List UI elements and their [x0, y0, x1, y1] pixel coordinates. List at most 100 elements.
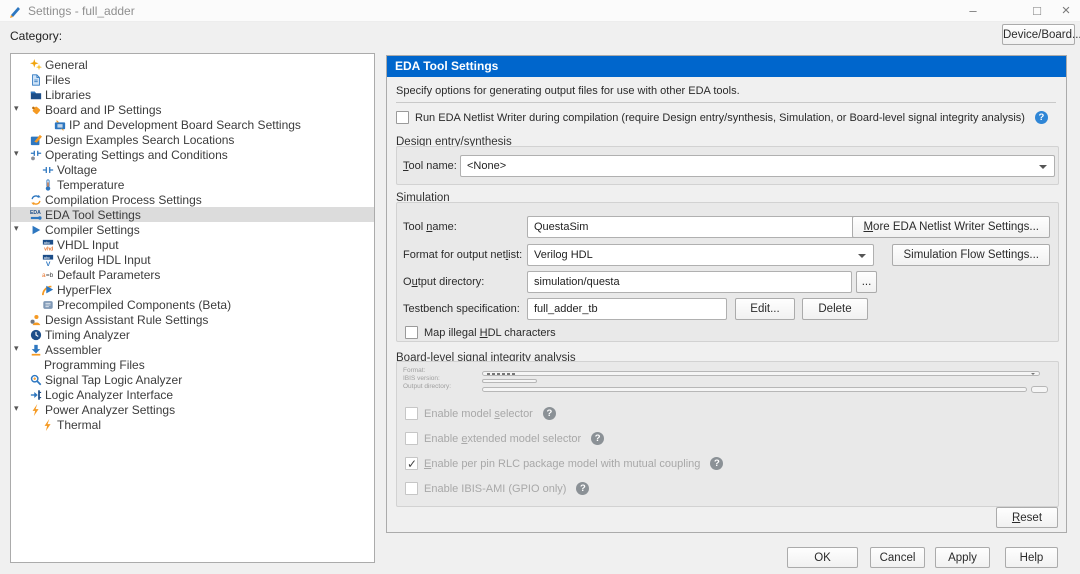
expand-arrow-icon[interactable]: ▾	[14, 343, 19, 354]
tree-item-files[interactable]: Files	[11, 72, 374, 87]
tree-item-thermal[interactable]: Thermal	[11, 417, 374, 432]
verilog-icon: abcV	[42, 254, 54, 266]
device-board-button[interactable]: Device/Board...	[1002, 24, 1075, 45]
board-ibis-select	[482, 379, 537, 383]
tree-item-temperature[interactable]: Temperature	[11, 177, 374, 192]
run-eda-netlist-checkbox-row[interactable]: Run EDA Netlist Writer during compilatio…	[396, 111, 1048, 124]
format-netlist-label: Format for output netlist:	[403, 244, 522, 266]
delete-button[interactable]: Delete	[802, 298, 868, 320]
ok-button[interactable]: OK	[787, 547, 858, 568]
tree-item-libraries[interactable]: Libraries	[11, 87, 374, 102]
map-illegal-hdl-checkbox[interactable]	[405, 326, 418, 339]
tree-item-label: Board and IP Settings	[45, 103, 162, 117]
operating-icon	[30, 149, 42, 161]
tree-item-signal-tap-logic-analyzer[interactable]: Signal Tap Logic Analyzer	[11, 372, 374, 387]
apply-button[interactable]: Apply	[935, 547, 990, 568]
tree-item-label: Temperature	[57, 178, 124, 192]
svg-text:=b: =b	[46, 272, 54, 279]
svg-text:EDA: EDA	[30, 210, 41, 216]
tree-item-power-analyzer-settings[interactable]: ▾Power Analyzer Settings	[11, 402, 374, 417]
tree-item-operating-settings-and-conditions[interactable]: ▾ Operating Settings and Conditions	[11, 147, 374, 162]
checkbox-label: Enable per pin RLC package model with mu…	[424, 458, 700, 470]
board-output-directory-input	[482, 387, 1027, 392]
tree-item-label: VHDL Input	[57, 238, 119, 252]
simulation-flow-settings-button[interactable]: Simulation Flow Settings...	[892, 244, 1050, 266]
temperature-icon	[42, 179, 54, 191]
minimize-button[interactable]: –	[960, 2, 986, 20]
run-eda-netlist-checkbox[interactable]	[396, 111, 409, 124]
run-eda-netlist-label: Run EDA Netlist Writer during compilatio…	[415, 112, 1025, 124]
tree-item-programming-files[interactable]: Programming Files	[11, 357, 374, 372]
sim-tool-select[interactable]: QuestaSim	[527, 216, 874, 238]
board-browse-button	[1031, 386, 1048, 393]
help-icon: ?	[543, 407, 556, 420]
testbench-input[interactable]	[527, 298, 727, 320]
board-ip-icon	[30, 104, 42, 116]
general-icon	[30, 59, 42, 71]
tool-name-label: Tool name:	[403, 155, 457, 177]
design-entry-tool-select[interactable]: <None>	[460, 155, 1055, 177]
simulation-groupbox: Tool name: QuestaSim More EDA Netlist Wr…	[396, 202, 1059, 342]
board-ibis-version-label: IBIS version:	[403, 375, 440, 382]
svg-text:V: V	[46, 261, 51, 266]
tree-item-vhdl-input[interactable]: abcvhdVHDL Input	[11, 237, 374, 252]
output-directory-input[interactable]	[527, 271, 852, 293]
tree-item-default-parameters[interactable]: a=bDefault Parameters	[11, 267, 374, 282]
expand-arrow-icon[interactable]: ▾	[14, 103, 19, 114]
expand-arrow-icon[interactable]: ▾	[14, 223, 19, 234]
tree-item-eda-tool-settings[interactable]: EDAEDA Tool Settings	[11, 207, 374, 222]
tree-item-compiler-settings[interactable]: ▾Compiler Settings	[11, 222, 374, 237]
tree-item-label: Timing Analyzer	[45, 328, 130, 342]
more-eda-netlist-settings-button[interactable]: More EDA Netlist Writer Settings...	[852, 216, 1050, 238]
reset-button[interactable]: Reset	[996, 507, 1058, 528]
tree-item-verilog-hdl-input[interactable]: abcVVerilog HDL Input	[11, 252, 374, 267]
restore-button[interactable]: □	[1024, 2, 1050, 20]
checkbox	[405, 407, 418, 420]
tree-item-timing-analyzer[interactable]: Timing Analyzer	[11, 327, 374, 342]
collapsed-text	[487, 373, 517, 375]
tree-item-label: Design Assistant Rule Settings	[45, 313, 208, 327]
tree-item-label: Operating Settings and Conditions	[45, 148, 228, 162]
timing-icon	[30, 329, 42, 341]
svg-text:abc: abc	[44, 240, 50, 244]
tree-item-design-assistant-rule-settings[interactable]: Design Assistant Rule Settings	[11, 312, 374, 327]
category-tree: GeneralFilesLibraries▾Board and IP Setti…	[10, 53, 375, 563]
logic-analyzer-icon	[30, 389, 42, 401]
expand-arrow-icon[interactable]: ▾	[14, 148, 19, 159]
edit-button[interactable]: Edit...	[735, 298, 795, 320]
separator	[396, 102, 1056, 103]
cancel-button[interactable]: Cancel	[870, 547, 925, 568]
help-icon: ?	[576, 482, 589, 495]
help-icon[interactable]: ?	[1035, 111, 1048, 124]
browse-button[interactable]: ...	[856, 271, 877, 293]
format-netlist-select[interactable]: Verilog HDL	[527, 244, 874, 266]
title-bar: Settings - full_adder – □ ×	[0, 0, 1080, 22]
panel-header: EDA Tool Settings	[387, 56, 1066, 77]
help-button[interactable]: Help	[1005, 547, 1058, 568]
chevron-down-icon	[1039, 165, 1047, 169]
tree-item-board-and-ip-settings[interactable]: ▾ Board and IP Settings	[11, 102, 374, 117]
vhdl-icon: abcvhd	[42, 239, 54, 251]
tree-item-hyperflex[interactable]: HyperFlex	[11, 282, 374, 297]
tree-item-ip-and-development-board-search-settings[interactable]: IP and Development Board Search Settings	[11, 117, 374, 132]
tree-item-precompiled-components-beta[interactable]: Precompiled Components (Beta)	[11, 297, 374, 312]
tree-item-design-examples-search-locations[interactable]: Design Examples Search Locations	[11, 132, 374, 147]
ip-dev-icon	[54, 119, 66, 131]
expand-arrow-icon[interactable]: ▾	[14, 403, 19, 414]
tree-item-assembler[interactable]: ▾Assembler	[11, 342, 374, 357]
tree-item-logic-analyzer-interface[interactable]: Logic Analyzer Interface	[11, 387, 374, 402]
assembler-icon	[30, 344, 42, 356]
precompiled-icon	[42, 299, 54, 311]
tree-item-voltage[interactable]: Voltage	[11, 162, 374, 177]
eda-settings-panel: EDA Tool Settings Specify options for ge…	[386, 55, 1067, 533]
tree-item-general[interactable]: General	[11, 57, 374, 72]
close-button[interactable]: ×	[1053, 2, 1079, 20]
window-title: Settings - full_adder	[28, 4, 135, 18]
checkbox	[405, 482, 418, 495]
checkbox	[405, 432, 418, 445]
tree-item-label: General	[45, 58, 88, 72]
tree-item-label: Thermal	[57, 418, 101, 432]
tree-item-compilation-process-settings[interactable]: Compilation Process Settings	[11, 192, 374, 207]
board-level-groupbox: Format: IBIS version: Output directory: …	[396, 361, 1059, 507]
map-illegal-hdl-checkbox-row[interactable]: Map illegal HDL characters	[405, 326, 556, 339]
